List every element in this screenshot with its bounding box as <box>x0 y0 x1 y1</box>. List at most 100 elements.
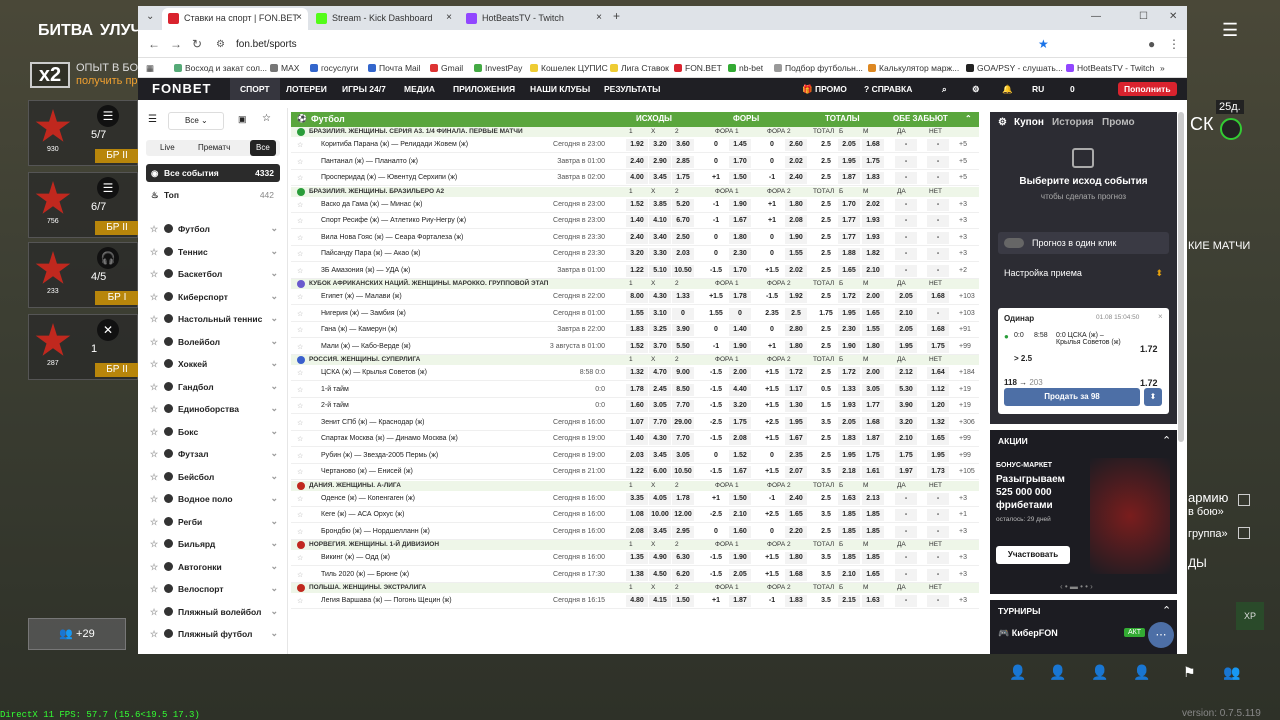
star-icon[interactable]: ☆ <box>297 435 303 443</box>
odd-button[interactable]: 2.35 <box>761 308 783 320</box>
odd-button[interactable]: +1.5 <box>761 433 783 445</box>
odd-button[interactable]: - <box>927 568 949 581</box>
nav-apps[interactable]: ПРИЛОЖЕНИЯ <box>453 84 515 94</box>
star-icon[interactable]: ☆ <box>150 269 158 280</box>
odd-button[interactable]: 1.90 <box>729 198 751 211</box>
odd-button[interactable]: 0 <box>705 248 727 260</box>
minimize-icon[interactable]: — <box>1091 11 1101 22</box>
odd-button[interactable]: 1.80 <box>862 340 884 353</box>
odd-button[interactable]: 29.00 <box>672 416 694 429</box>
tab-search-icon[interactable]: ⌄ <box>146 11 154 22</box>
odd-button[interactable]: 1.75 <box>927 340 949 353</box>
odd-button[interactable]: 10.00 <box>649 509 671 521</box>
match-name[interactable]: Брондбю (ж) — Нордшелланн (ж) <box>321 528 430 535</box>
match-name[interactable]: Мали (ж) — Кабо-Верде (ж) <box>321 343 411 350</box>
odd-button[interactable]: 0 <box>705 232 727 244</box>
more-markets-link[interactable]: +91 <box>959 324 971 336</box>
odd-button[interactable]: 2.03 <box>626 449 648 462</box>
bookmark[interactable]: GOA/PSY - слушать... <box>966 63 1063 73</box>
odd-button[interactable]: 1.08 <box>626 509 648 521</box>
odd-button[interactable]: 3.85 <box>649 198 671 211</box>
odd-button[interactable]: - <box>895 525 917 538</box>
odd-button[interactable]: +1.5 <box>761 552 783 564</box>
match-name[interactable]: Оденсе (ж) — Копенгаген (ж) <box>321 495 415 502</box>
odd-button[interactable]: - <box>895 248 917 260</box>
odd-button[interactable]: 1.85 <box>838 509 860 521</box>
odd-button[interactable]: 2.40 <box>785 172 807 184</box>
odd-button[interactable]: 6.30 <box>672 552 694 564</box>
odd-button[interactable]: 1.68 <box>927 291 949 303</box>
sidebar-item-sport[interactable]: ☆ Бокс ⌄ <box>146 425 280 441</box>
all-events-item[interactable]: ◉ Все события 4332 <box>146 164 280 182</box>
tab-battle[interactable]: БИТВА <box>38 22 93 40</box>
star-icon[interactable]: ☆ <box>297 343 303 351</box>
more-markets-link[interactable]: +3 <box>959 232 967 244</box>
odd-button[interactable]: 1.95 <box>838 307 860 320</box>
star-icon[interactable]: ☆ <box>297 571 303 579</box>
seg-all[interactable]: Все <box>250 140 276 156</box>
close-window-icon[interactable]: ✕ <box>1169 11 1177 22</box>
star-icon[interactable]: ☆ <box>297 217 303 225</box>
sidebar-item-sport[interactable]: ☆ Футзал ⌄ <box>146 447 280 463</box>
odd-button[interactable]: 1.80 <box>785 340 807 353</box>
more-markets-link[interactable]: +2 <box>959 265 967 277</box>
odd-button[interactable]: 2.5 <box>815 248 837 260</box>
match-name[interactable]: Васко да Гама (ж) — Минас (ж) <box>321 201 422 208</box>
odd-button[interactable]: 1.50 <box>729 172 751 184</box>
sidebar-item-sport[interactable]: ☆ Водное поло ⌄ <box>146 492 280 508</box>
odd-button[interactable]: 2.5 <box>815 139 837 151</box>
odd-button[interactable]: 1.77 <box>838 231 860 244</box>
star-icon[interactable]: ☆ <box>297 468 303 476</box>
odd-button[interactable]: 1.40 <box>729 324 751 336</box>
bookmark[interactable]: Восход и закат сол... <box>174 63 267 73</box>
odd-button[interactable]: 10.50 <box>672 466 694 478</box>
odd-button[interactable]: 1.87 <box>862 433 884 445</box>
odd-button[interactable]: 1.72 <box>785 367 807 379</box>
odd-button[interactable]: 4.50 <box>649 568 671 581</box>
more-markets-link[interactable]: +3 <box>959 493 967 505</box>
odd-button[interactable]: 1.83 <box>785 595 807 607</box>
odd-button[interactable]: - <box>927 172 949 184</box>
odd-button[interactable]: 1.75 <box>895 449 917 462</box>
odd-button[interactable]: 2.08 <box>729 433 751 445</box>
odd-button[interactable]: 1.83 <box>626 324 648 336</box>
tab-twitch[interactable]: HotBeatsTV - Twitch × <box>460 8 608 30</box>
vehicle-card[interactable]: 287 ✕ 1 БР II <box>28 314 139 380</box>
odd-button[interactable]: - <box>927 264 949 277</box>
odd-button[interactable]: 3.30 <box>649 248 671 260</box>
bookmark[interactable]: Почта Mail <box>368 63 421 73</box>
odd-button[interactable]: 1.52 <box>626 340 648 353</box>
add-friend-icon[interactable]: 👤 <box>1091 664 1108 681</box>
odd-button[interactable]: - <box>895 215 917 227</box>
odd-button[interactable]: 1.68 <box>862 139 884 151</box>
league-header[interactable]: Дания. Женщины. А-Лига 1 X 2 ФОРА 1 ФОРА 2 ТОТ… <box>291 480 979 491</box>
odd-button[interactable]: 2.5 <box>815 232 837 244</box>
odd-button[interactable]: 1.70 <box>729 264 751 277</box>
league-header[interactable]: Норвегия. Женщины. 1-й дивизион 1 X 2 ФОРА 1… <box>291 540 979 550</box>
site-info-icon[interactable]: ⚙ <box>216 39 225 50</box>
odd-button[interactable]: - <box>927 139 949 151</box>
odd-button[interactable]: 5.20 <box>672 198 694 211</box>
odd-button[interactable]: 6.00 <box>649 466 671 478</box>
odd-button[interactable]: 1.85 <box>862 509 884 521</box>
star-icon[interactable]: ☆ <box>297 310 303 318</box>
top-item[interactable]: ♨ Топ 442 <box>146 188 280 204</box>
odd-button[interactable]: 1.20 <box>927 400 949 412</box>
odd-button[interactable]: - <box>895 492 917 505</box>
odd-button[interactable]: 1.65 <box>785 509 807 521</box>
star-icon[interactable]: ☆ <box>297 326 303 334</box>
odd-button[interactable]: 2.08 <box>785 215 807 227</box>
group-button[interactable]: 👥 +29 <box>28 618 126 650</box>
odd-button[interactable]: +1 <box>705 595 727 607</box>
odd-button[interactable]: 2.45 <box>649 383 671 396</box>
odd-button[interactable]: +2.5 <box>761 509 783 521</box>
odd-button[interactable]: 9.00 <box>672 367 694 379</box>
odd-button[interactable]: 2.5 <box>815 172 837 184</box>
odd-button[interactable]: +1.5 <box>761 367 783 379</box>
accept-settings[interactable]: Настройка приема ⬍ <box>998 262 1169 284</box>
odd-button[interactable]: 1.32 <box>927 416 949 429</box>
odd-button[interactable]: -1.5 <box>705 384 727 396</box>
collapse-icon[interactable]: ⌃ <box>1162 604 1171 617</box>
star-icon[interactable]: ☆ <box>150 382 158 393</box>
odd-button[interactable]: 3.20 <box>649 139 671 151</box>
